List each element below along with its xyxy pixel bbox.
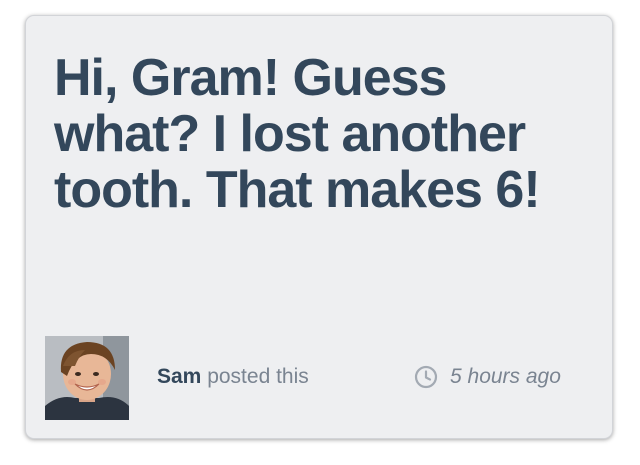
author-action: posted this xyxy=(207,365,309,388)
post-footer: Sam posted this 5 hours ago xyxy=(45,336,595,420)
post-message: Hi, Gram! Guess what? I lost another too… xyxy=(54,49,541,219)
post-timestamp: 5 hours ago xyxy=(414,364,561,390)
clock-icon xyxy=(414,365,438,389)
author-name[interactable]: Sam xyxy=(157,365,201,388)
author-avatar[interactable] xyxy=(45,336,129,420)
post-card: Hi, Gram! Guess what? I lost another too… xyxy=(25,15,613,439)
timestamp-text: 5 hours ago xyxy=(450,365,561,388)
author-line: Sam posted this xyxy=(157,364,309,390)
avatar-photo xyxy=(45,336,129,420)
